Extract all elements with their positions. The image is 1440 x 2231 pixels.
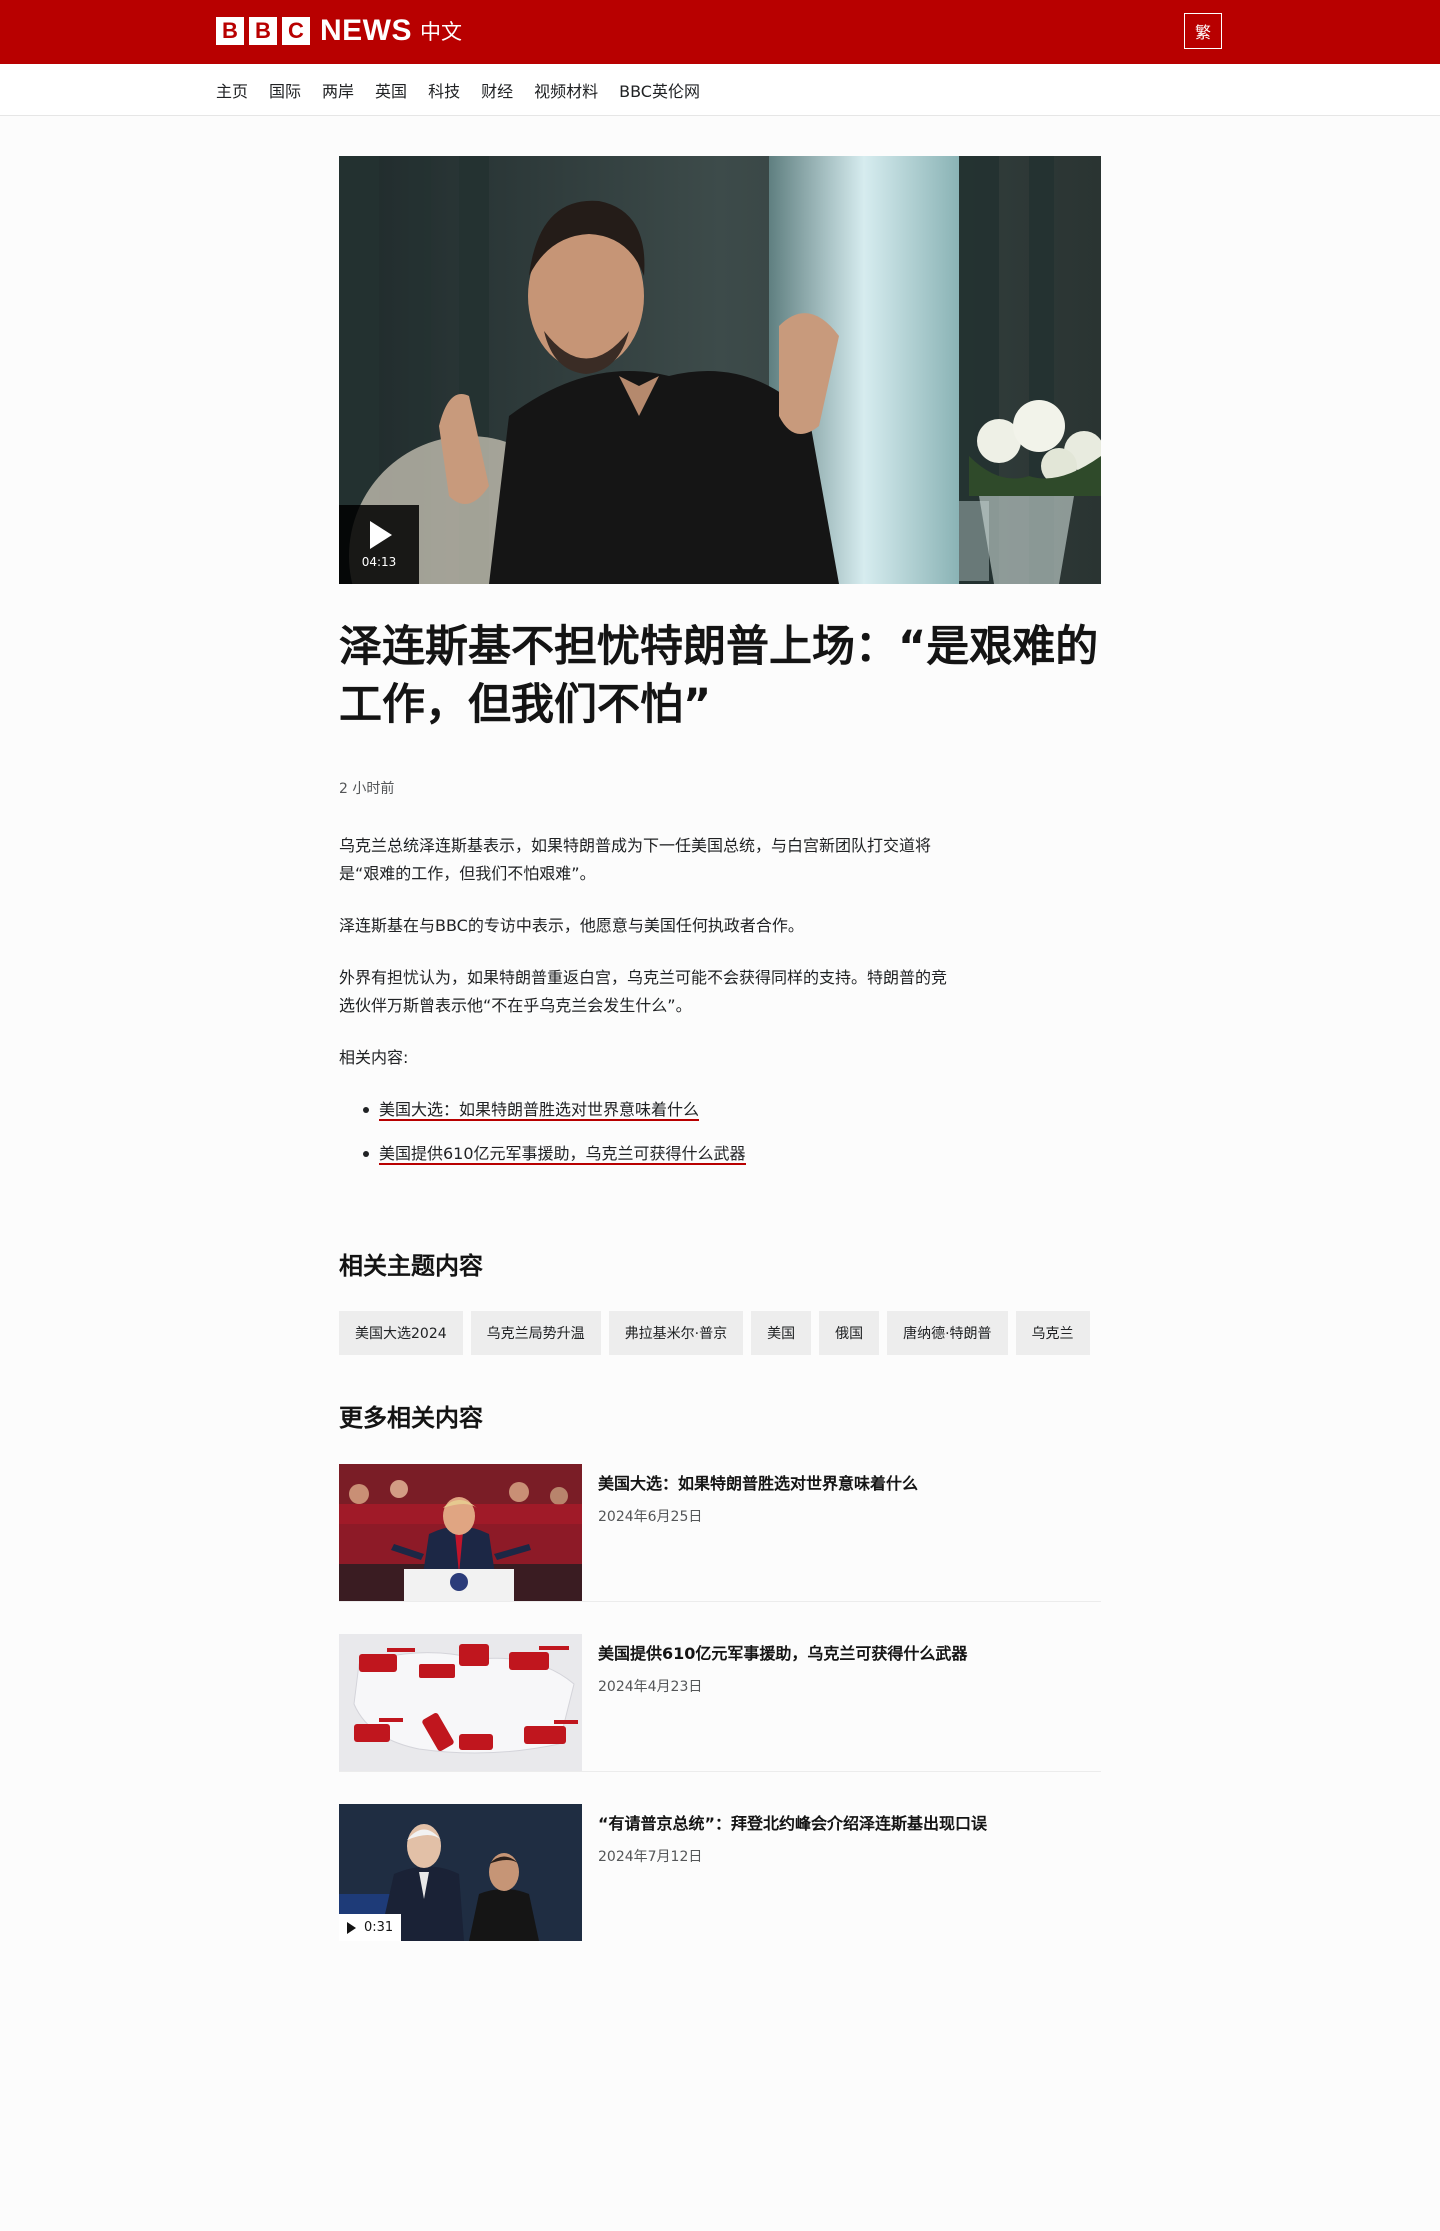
related-link[interactable]: 美国提供610亿元军事援助，乌克兰可获得什么武器 xyxy=(379,1144,746,1165)
nav-item-cross-strait[interactable]: 两岸 xyxy=(322,78,354,102)
logo-language-text: 中文 xyxy=(420,20,462,44)
traditional-chinese-toggle[interactable]: 繁 xyxy=(1184,13,1222,49)
topic-tag[interactable]: 弗拉基米尔·普京 xyxy=(608,1311,744,1355)
main-nav: 主页 国际 两岸 英国 科技 财经 视频材料 BBC英伦网 xyxy=(0,64,1440,116)
card-title[interactable]: “有请普京总统”：拜登北约峰会介绍泽连斯基出现口误 xyxy=(598,1812,987,1836)
logo-block-b1: B xyxy=(216,17,244,45)
nav-item-home[interactable]: 主页 xyxy=(216,78,248,102)
topics-list: 美国大选2024 乌克兰局势升温 弗拉基米尔·普京 美国 俄国 唐纳德·特朗普 … xyxy=(339,1311,1098,1355)
nav-item-video[interactable]: 视频材料 xyxy=(534,78,598,102)
topic-tag[interactable]: 美国 xyxy=(751,1311,812,1355)
nav-item-tech[interactable]: 科技 xyxy=(428,78,460,102)
topics-heading: 相关主题内容 xyxy=(339,1252,483,1280)
card-thumbnail xyxy=(339,1464,582,1601)
more-card[interactable]: 0:31 “有请普京总统”：拜登北约峰会介绍泽连斯基出现口误 2024年7月12… xyxy=(339,1804,1101,1941)
logo-block-c: C xyxy=(282,17,310,45)
video-duration: 04:13 xyxy=(361,554,397,569)
nav-item-uk[interactable]: 英国 xyxy=(375,78,407,102)
card-date: 2024年7月12日 xyxy=(598,1849,703,1865)
related-links-list: 美国大选：如果特朗普胜选对世界意味着什么 美国提供610亿元军事援助，乌克兰可获… xyxy=(339,1096,959,1168)
card-title[interactable]: 美国大选：如果特朗普胜选对世界意味着什么 xyxy=(598,1472,918,1496)
card-thumbnail: 0:31 xyxy=(339,1804,582,1941)
card-date: 2024年4月23日 xyxy=(598,1679,703,1695)
card-thumbnail xyxy=(339,1634,582,1771)
video-duration: 0:31 xyxy=(364,1920,394,1935)
topic-tag[interactable]: 乌克兰局势升温 xyxy=(470,1311,601,1355)
related-intro: 相关内容: xyxy=(339,1048,409,1067)
play-icon xyxy=(370,520,392,549)
card-date: 2024年6月25日 xyxy=(598,1509,703,1525)
topic-tag[interactable]: 俄国 xyxy=(819,1311,880,1355)
logo-news-text: NEWS xyxy=(320,14,412,47)
bbc-news-logo[interactable]: B B C NEWS 中文 xyxy=(216,14,462,48)
topic-tag[interactable]: 唐纳德·特朗普 xyxy=(887,1311,1008,1355)
paragraph: 乌克兰总统泽连斯基表示，如果特朗普成为下一任美国总统，与白宫新团队打交道将是“艰… xyxy=(339,836,932,883)
hero-image xyxy=(339,156,1101,584)
topic-tag[interactable]: 乌克兰 xyxy=(1015,1311,1090,1355)
more-card[interactable]: 美国提供610亿元军事援助，乌克兰可获得什么武器 2024年4月23日 xyxy=(339,1634,1101,1772)
related-link-item: 美国提供610亿元军事援助，乌克兰可获得什么武器 xyxy=(339,1140,959,1168)
article-body: 乌克兰总统泽连斯基表示，如果特朗普成为下一任美国总统，与白宫新团队打交道将是“艰… xyxy=(339,832,959,1184)
nav-item-bbc-uk-china[interactable]: BBC英伦网 xyxy=(619,78,700,102)
paragraph: 外界有担忧认为，如果特朗普重返白宫，乌克兰可能不会获得同样的支持。特朗普的竞选伙… xyxy=(339,968,948,1015)
related-link[interactable]: 美国大选：如果特朗普胜选对世界意味着什么 xyxy=(379,1100,700,1121)
hero-video[interactable]: 04:13 xyxy=(339,156,1101,584)
related-link-item: 美国大选：如果特朗普胜选对世界意味着什么 xyxy=(339,1096,959,1124)
article-timestamp: 2 小时前 xyxy=(339,781,395,797)
nav-item-business[interactable]: 财经 xyxy=(481,78,513,102)
card-title[interactable]: 美国提供610亿元军事援助，乌克兰可获得什么武器 xyxy=(598,1642,967,1666)
topic-tag[interactable]: 美国大选2024 xyxy=(339,1311,463,1355)
paragraph: 泽连斯基在与BBC的专访中表示，他愿意与美国任何执政者合作。 xyxy=(339,916,804,935)
more-card[interactable]: 美国大选：如果特朗普胜选对世界意味着什么 2024年6月25日 xyxy=(339,1464,1101,1602)
nav-item-world[interactable]: 国际 xyxy=(269,78,301,102)
logo-block-b2: B xyxy=(249,17,277,45)
article-headline: 泽连斯基不担忧特朗普上场：“是艰难的工作，但我们不怕” xyxy=(339,622,1099,730)
video-badge: 0:31 xyxy=(339,1914,402,1941)
play-icon xyxy=(347,1921,356,1934)
play-button[interactable]: 04:13 xyxy=(339,505,419,584)
more-heading: 更多相关内容 xyxy=(339,1404,483,1432)
masthead: B B C NEWS 中文 繁 xyxy=(0,0,1440,64)
